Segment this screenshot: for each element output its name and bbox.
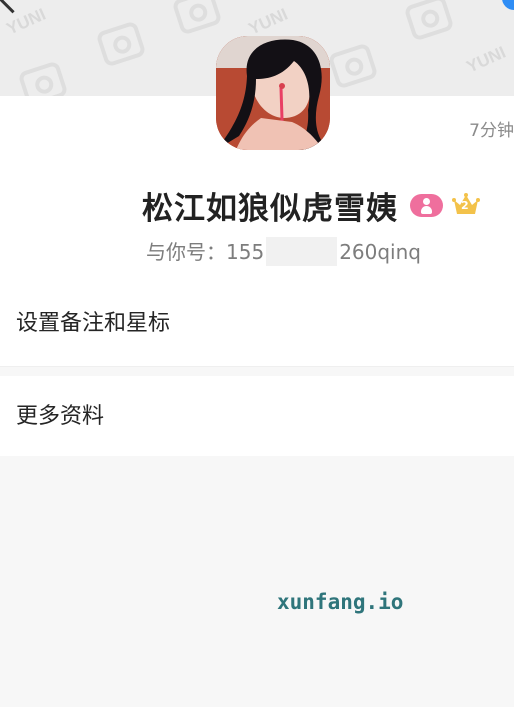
nickname: 松江如狼似虎雪姨 [142,190,398,227]
profile-name-row: 松江如狼似虎雪姨 2 [142,182,480,228]
account-number: 与你号：155 260qinq [146,236,421,266]
watermark-camera-icon [17,60,69,96]
level-number: 2 [461,199,469,212]
account-number-mask [266,237,338,266]
more-info-button[interactable]: 更多资料 [0,376,514,456]
avatar[interactable] [216,36,330,150]
set-remark-and-star-label: 设置备注和星标 [16,311,171,336]
account-suffix: 260qinq [339,240,421,264]
watermark-text: xunfang.io [277,590,404,614]
more-info-label: 更多资料 [16,404,105,429]
watermark-camera-icon [95,20,147,68]
watermark-camera-icon [403,0,455,42]
watermark-camera-icon [171,0,223,36]
last-seen-time: 7分钟 [469,121,514,141]
account-prefix: 与你号：155 [146,240,265,264]
watermark-yuni-text: YUNI [245,4,291,39]
status-dot-icon [502,0,514,10]
crown-level-badge-icon: 2 [452,193,480,217]
watermark-yuni-text: YUNI [463,42,509,77]
watermark-camera-icon [327,42,379,90]
set-remark-and-star-button[interactable]: 设置备注和星标 [0,280,514,367]
female-gender-icon [410,193,443,217]
